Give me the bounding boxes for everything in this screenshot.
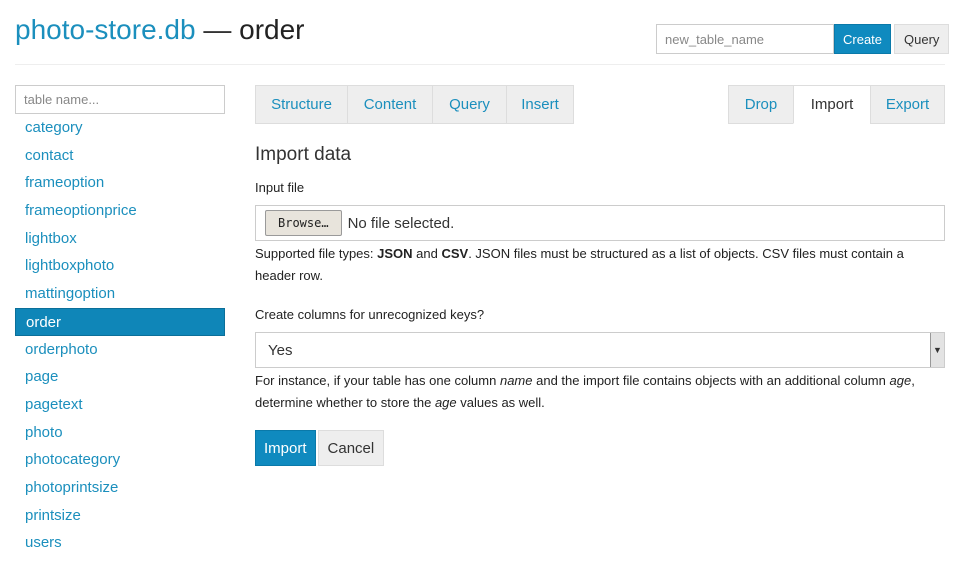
sidebar-item-orderphoto[interactable]: orderphoto [15,336,225,364]
sidebar: category contact frameoption frameoption… [15,85,225,557]
help-age-2: age [434,395,457,410]
tab-content[interactable]: Content [347,85,433,124]
file-status: No file selected. [347,214,455,232]
sidebar-item-lightboxphoto[interactable]: lightboxphoto [15,252,225,280]
page-header: photo-store.db — order [15,12,305,48]
file-types-prefix: Supported file types: [255,246,378,261]
file-type-json: JSON [377,246,413,261]
browse-button[interactable]: Browse… [265,210,342,236]
sidebar-item-frameoption[interactable]: frameoption [15,169,225,197]
sidebar-item-category[interactable]: category [15,114,225,142]
table-tabs: Structure Content Query Insert Drop Impo… [255,85,945,124]
new-table-name-input[interactable] [656,24,834,54]
create-columns-value: Yes [268,341,293,359]
tab-insert[interactable]: Insert [506,85,574,124]
file-input[interactable]: Browse… No file selected. [255,205,945,241]
sidebar-item-frameoptionprice[interactable]: frameoptionprice [15,197,225,225]
sidebar-item-order[interactable]: order [15,307,225,336]
sidebar-item-mattingoption[interactable]: mattingoption [15,280,225,308]
tab-structure[interactable]: Structure [255,85,348,124]
sidebar-item-photo[interactable]: photo [15,419,225,447]
help-text-2: and the import file contains objects wit… [532,373,890,388]
sidebar-item-contact[interactable]: contact [15,142,225,170]
header-divider [15,64,945,65]
sidebar-item-pagetext[interactable]: pagetext [15,391,225,419]
help-text-4: values as well. [456,395,545,410]
tab-export[interactable]: Export [870,85,945,124]
tab-query[interactable]: Query [432,85,507,124]
import-heading: Import data [255,144,352,165]
file-type-csv: CSV [441,246,469,261]
query-button[interactable]: Query [894,24,950,54]
dropdown-arrow-icon[interactable]: ▼ [930,333,944,367]
create-columns-select[interactable]: Yes ▼ [255,332,945,368]
cancel-button[interactable]: Cancel [317,430,385,466]
import-panel: Import data Input file Browse… No file s… [255,140,945,466]
file-types-help: Supported file types: JSON and CSV. JSON… [255,243,945,287]
sidebar-item-photoprintsize[interactable]: photoprintsize [15,474,225,502]
import-button[interactable]: Import [255,430,316,466]
help-name: name [499,373,533,388]
create-columns-label: Create columns for unrecognized keys? [255,307,485,322]
create-columns-help: For instance, if your table has one colu… [255,370,945,414]
sidebar-item-printsize[interactable]: printsize [15,502,225,530]
help-age: age [889,373,912,388]
create-button[interactable]: Create [834,24,892,54]
title-separator: — [195,14,240,45]
sidebar-item-photocategory[interactable]: photocategory [15,446,225,474]
table-list: category contact frameoption frameoption… [15,114,225,557]
form-actions: Import Cancel [255,430,385,466]
file-types-and: and [412,246,442,261]
tab-drop[interactable]: Drop [728,85,794,124]
sidebar-item-users[interactable]: users [15,529,225,557]
page-title: photo-store.db — order [15,12,305,48]
tab-import[interactable]: Import [793,85,871,124]
sidebar-item-lightbox[interactable]: lightbox [15,225,225,253]
create-table-form: Create Query [656,24,950,54]
sidebar-item-page[interactable]: page [15,363,225,391]
database-link[interactable]: photo-store.db [15,14,196,45]
input-file-label: Input file [255,180,305,195]
help-text-1: For instance, if your table has one colu… [255,373,500,388]
table-search-input[interactable] [15,85,225,114]
current-table-name: order [239,14,305,45]
